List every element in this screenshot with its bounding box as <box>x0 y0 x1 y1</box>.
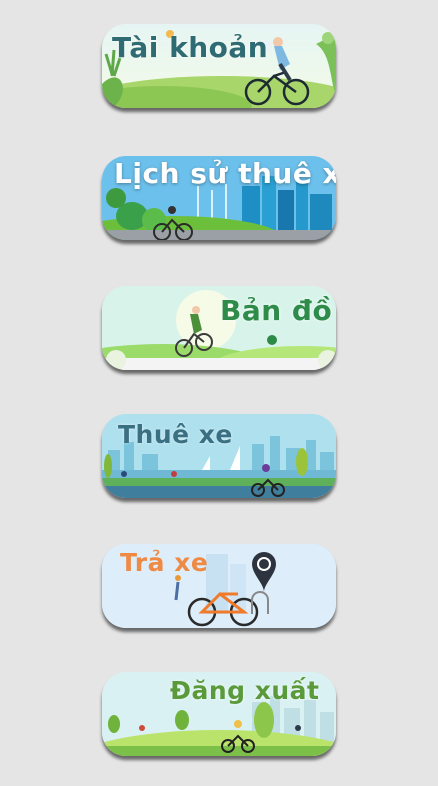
menu-card-rental-history[interactable]: Lịch sử thuê xe <box>102 156 336 240</box>
menu-card-account[interactable]: Tài khoản <box>102 24 336 108</box>
menu-card-map[interactable]: Bản đồ <box>102 286 336 370</box>
menu-card-label: Đăng xuất <box>170 676 320 705</box>
menu-card-label: Trả xe <box>120 548 209 577</box>
menu-card-label: Lịch sử thuê xe <box>114 157 336 190</box>
menu-card-label: Tài khoản <box>112 31 269 64</box>
menu-card-return-bike[interactable]: Trả xe <box>102 544 336 628</box>
menu-card-label: Bản đồ <box>220 294 333 327</box>
menu-card-logout[interactable]: Đăng xuất <box>102 672 336 756</box>
menu-card-label: Thuê xe <box>118 420 233 449</box>
menu-card-rent-bike[interactable]: Thuê xe <box>102 414 336 498</box>
